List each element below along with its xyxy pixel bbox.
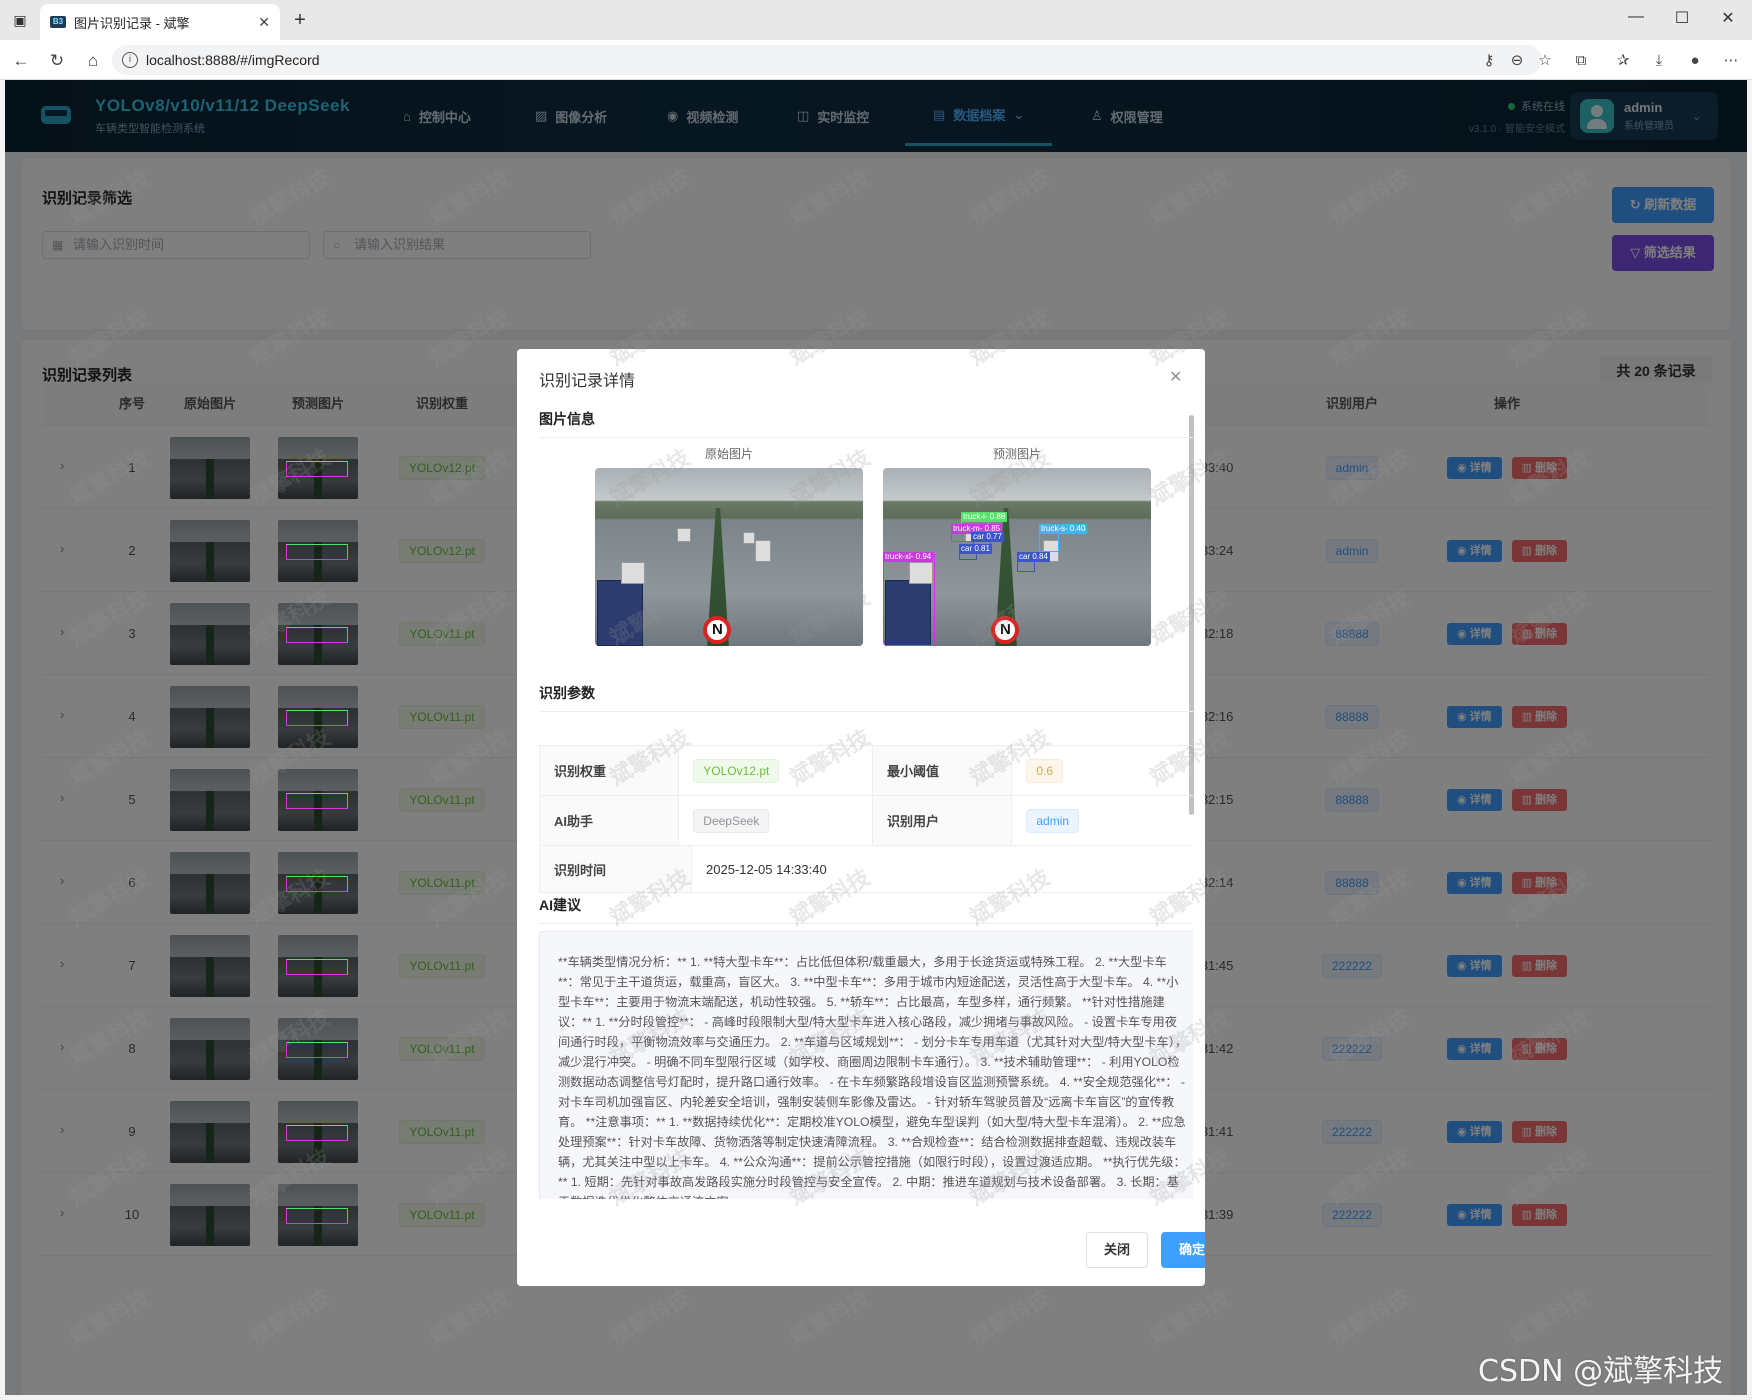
param-value: YOLOv12.pt: [679, 746, 874, 795]
detail-dialog: 识别记录详情 ✕ 图片信息 原始图片 预测图片 N N truck-l- 0.8…: [517, 349, 1205, 1286]
url-field[interactable]: i localhost:8888/#/imgRecord: [112, 45, 1542, 75]
params-row: AI助手 DeepSeek 识别用户 admin: [540, 796, 1193, 846]
truck: [597, 580, 643, 646]
close-button[interactable]: 关闭: [1086, 1232, 1148, 1268]
param-key: 识别用户: [873, 796, 1013, 845]
confirm-button[interactable]: 确定: [1161, 1232, 1205, 1268]
favorite-star-icon[interactable]: ☆: [1534, 50, 1556, 72]
params-table: 识别权重 YOLOv12.pt 最小阈值 0.6 AI助手 DeepSeek 识…: [539, 745, 1193, 893]
close-window-icon[interactable]: ✕: [1708, 8, 1748, 28]
param-value: DeepSeek: [679, 796, 874, 845]
truck: [621, 562, 645, 584]
dialog-title: 识别记录详情: [539, 373, 636, 390]
advice-section-title: AI建议: [539, 895, 1193, 924]
param-value: 0.6: [1012, 746, 1193, 795]
back-icon[interactable]: ←: [10, 50, 32, 72]
reload-icon[interactable]: ↻: [46, 50, 68, 72]
home-icon[interactable]: ⌂: [82, 50, 104, 72]
tab-title: 图片识别记录 - 斌擎: [74, 15, 190, 31]
zoom-out-icon[interactable]: ⊖: [1506, 50, 1528, 72]
detection-label: car 0.77: [971, 532, 1004, 542]
param-value: admin: [1012, 796, 1193, 845]
favorites-icon[interactable]: ✰: [1612, 50, 1634, 72]
extensions-icon[interactable]: ⧉: [1570, 50, 1592, 72]
car: [743, 532, 755, 544]
browser-window: ▣ B3 图片识别记录 - 斌擎 ✕ + — ☐ ✕ ← ↻ ⌂ i local…: [0, 0, 1752, 1400]
param-key: AI助手: [540, 796, 680, 845]
user-tag: admin: [1026, 808, 1080, 833]
params-section-title: 识别参数: [539, 683, 1193, 712]
param-key: 识别权重: [540, 746, 680, 795]
original-image-label: 原始图片: [704, 447, 753, 461]
param-value: 2025-12-05 14:33:40: [706, 861, 827, 877]
detection-label: truck-xl- 0.94: [883, 552, 934, 562]
no-u-turn-sign: [703, 616, 731, 644]
detection-label: car 0.84: [1017, 552, 1050, 562]
dialog-body: 图片信息 原始图片 预测图片 N N truck-l- 0.88 truck-m…: [539, 409, 1193, 1199]
no-u-turn-sign: [991, 616, 1019, 644]
close-icon[interactable]: ✕: [1169, 367, 1182, 387]
sidebar-toggle-icon[interactable]: ▣: [10, 10, 30, 30]
csdn-watermark: CSDN @斌擎科技: [1478, 1354, 1724, 1389]
params-row: 识别权重 YOLOv12.pt 最小阈值 0.6: [540, 746, 1193, 796]
minimize-icon[interactable]: —: [1616, 8, 1656, 26]
new-tab-icon[interactable]: +: [290, 10, 310, 30]
detection-label: truck-s- 0.40: [1039, 524, 1088, 534]
ai-tag: DeepSeek: [693, 808, 770, 833]
address-bar: ← ↻ ⌂ i localhost:8888/#/imgRecord ⚷ ⊖ ☆…: [0, 40, 1752, 80]
detection-label: car 0.81: [959, 544, 992, 554]
weight-tag: YOLOv12.pt: [693, 758, 780, 783]
app-viewport: YOLOv8/v10/v11/12 DeepSeek 车辆类型智能检测系统 ⌂控…: [5, 80, 1747, 1395]
conf-tag: 0.6: [1026, 758, 1064, 783]
more-icon[interactable]: ⋯: [1720, 50, 1742, 72]
param-key: 最小阈值: [873, 746, 1013, 795]
predicted-image[interactable]: truck-l- 0.88 truck-m- 0.85 car 0.77 car…: [883, 468, 1151, 646]
profile-icon[interactable]: ●: [1684, 50, 1706, 72]
params-row: 识别时间 2025-12-05 14:33:40: [540, 846, 1193, 892]
detection-label: truck-l- 0.88: [961, 512, 1008, 522]
tab-bar: ▣ B3 图片识别记录 - 斌擎 ✕ + — ☐ ✕: [0, 0, 1752, 40]
browser-tab[interactable]: B3 图片识别记录 - 斌擎 ✕: [40, 4, 280, 40]
maximize-icon[interactable]: ☐: [1662, 8, 1702, 28]
original-image[interactable]: [595, 468, 863, 646]
download-icon[interactable]: ⤓: [1648, 50, 1670, 72]
truck: [755, 540, 771, 562]
site-info-icon[interactable]: i: [122, 52, 138, 68]
detection-box: [883, 554, 935, 646]
close-tab-icon[interactable]: ✕: [258, 14, 270, 31]
car: [677, 528, 691, 542]
url-text: localhost:8888/#/imgRecord: [146, 52, 320, 68]
param-key: 识别时间: [540, 846, 692, 892]
favicon-icon: B3: [50, 16, 66, 28]
key-icon[interactable]: ⚷: [1478, 50, 1500, 72]
predicted-image-label: 预测图片: [992, 447, 1041, 461]
image-section-title: 图片信息: [539, 409, 1193, 438]
advice-text[interactable]: **车辆类型情况分析：** 1. **特大型卡车**：占比低但体积/载重最大，多…: [539, 931, 1193, 1199]
